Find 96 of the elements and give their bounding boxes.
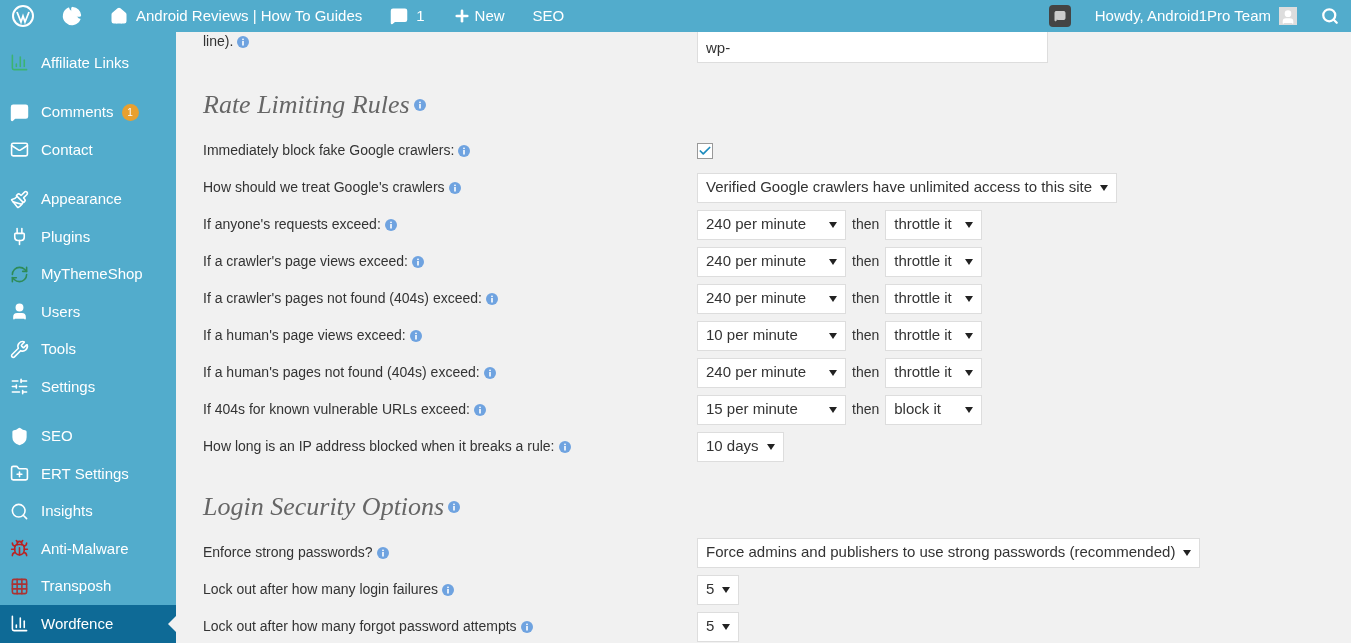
caret-icon	[829, 258, 837, 265]
info-icon[interactable]	[409, 330, 422, 343]
folder-plus-icon	[10, 464, 29, 484]
shield-icon	[10, 426, 29, 446]
caret-icon	[829, 332, 837, 339]
caret-icon	[829, 295, 837, 302]
refresh-icon	[10, 264, 29, 284]
field-label: Lock out after how many forgot password attempts	[203, 618, 517, 634]
dropdown[interactable]: 5	[697, 611, 740, 642]
caret-icon	[1183, 549, 1192, 556]
count-badge: 1	[121, 103, 139, 121]
field-label: Lock out after how many login failures	[203, 581, 438, 597]
logo-icon[interactable]	[12, 5, 34, 27]
then-text: then	[852, 289, 880, 308]
bars-icon	[10, 614, 29, 634]
field-label: line).	[203, 33, 234, 49]
info-icon[interactable]	[448, 500, 461, 513]
info-icon[interactable]	[448, 182, 461, 195]
user-icon	[10, 302, 29, 322]
then-text: then	[852, 363, 880, 382]
dropdown[interactable]: throttle it	[885, 357, 983, 388]
dropdown[interactable]: 240 per minute	[697, 283, 846, 314]
notification-icon[interactable]	[1048, 5, 1071, 27]
field-label: If anyone's requests exceed:	[203, 216, 381, 232]
caret-icon	[722, 586, 731, 593]
caret-icon	[965, 295, 974, 302]
search-icon	[10, 501, 29, 521]
dropdown[interactable]: 10 per minute	[697, 320, 846, 351]
then-text: then	[852, 326, 880, 345]
info-icon[interactable]	[558, 441, 571, 454]
home-icon	[110, 7, 128, 25]
field-label: Immediately block fake Google crawlers:	[203, 142, 455, 158]
info-icon[interactable]	[376, 547, 389, 560]
dropdown[interactable]: throttle it	[885, 283, 983, 314]
field-label: If 404s for known vulnerable URLs exceed:	[203, 401, 470, 417]
info-icon[interactable]	[520, 621, 533, 634]
dropdown[interactable]: 240 per minute	[697, 209, 846, 240]
grid-icon	[10, 576, 29, 596]
dropdown[interactable]: throttle it	[885, 320, 983, 351]
field-label: If a crawler's page views exceed:	[203, 253, 408, 269]
field-label: If a human's pages not found (404s) exceed:	[203, 364, 480, 380]
dropdown[interactable]: 240 per minute	[697, 246, 846, 277]
dropdown[interactable]: 240 per minute	[697, 357, 846, 388]
dropdown[interactable]: 5	[697, 574, 740, 605]
then-text: then	[852, 400, 880, 419]
dropdown[interactable]: 15 per minute	[697, 394, 846, 425]
textarea[interactable]: wp-	[697, 32, 1048, 63]
field-label: If a human's page views exceed:	[203, 327, 406, 343]
section-heading: Rate Limiting Rules	[203, 89, 410, 121]
then-text: then	[852, 215, 880, 234]
caret-icon	[965, 258, 974, 265]
field-label: How long is an IP address blocked when it breaks a rule:	[203, 438, 555, 454]
field-label: How should we treat Google's crawlers	[203, 179, 445, 195]
sidebar-item[interactable]: Wordfence	[0, 605, 176, 643]
caret-icon	[829, 406, 837, 413]
caret-icon	[965, 369, 974, 376]
dropdown[interactable]: Force admins and publishers to use strong passwords (recommended)	[697, 537, 1201, 568]
dropdown[interactable]: block it	[885, 394, 983, 425]
bars-icon	[10, 53, 29, 73]
info-icon[interactable]	[412, 256, 424, 269]
paintbrush-icon	[10, 189, 29, 209]
section-heading: Login Security Options	[203, 491, 445, 523]
field-label: If a crawler's pages not found (404s) exceed:	[203, 290, 482, 306]
selection-arrow-icon	[168, 615, 176, 632]
caret-icon	[965, 221, 974, 228]
info-icon[interactable]	[473, 404, 486, 417]
info-icon[interactable]	[442, 584, 454, 597]
speech-bubble-icon	[390, 7, 409, 25]
envelope-icon	[10, 140, 29, 160]
dropdown[interactable]: Verified Google crawlers have unlimited access to this site	[697, 172, 1117, 203]
search-icon[interactable]	[1321, 7, 1339, 25]
pie-chart-icon[interactable]	[62, 6, 82, 26]
caret-icon	[1100, 184, 1108, 191]
wrench-icon	[10, 339, 29, 359]
bug-icon	[10, 539, 29, 559]
info-icon[interactable]	[485, 293, 498, 306]
dropdown[interactable]: throttle it	[885, 209, 983, 240]
checkbox[interactable]	[697, 142, 713, 159]
info-icon[interactable]	[483, 367, 496, 380]
info-icon[interactable]	[384, 219, 397, 232]
caret-icon	[829, 221, 837, 228]
sliders-icon	[10, 377, 29, 397]
info-icon[interactable]	[458, 145, 471, 158]
field-label: Enforce strong passwords?	[203, 544, 373, 560]
dropdown[interactable]: throttle it	[885, 246, 983, 277]
info-icon[interactable]	[413, 98, 426, 111]
caret-icon	[965, 406, 974, 413]
then-text: then	[852, 252, 880, 271]
caret-icon	[722, 623, 731, 630]
info-icon[interactable]	[237, 36, 250, 49]
caret-icon	[829, 369, 837, 376]
speech-bubble-icon	[10, 102, 29, 122]
avatar-icon	[1279, 7, 1297, 25]
dropdown[interactable]: 10 days	[697, 431, 784, 462]
caret-icon	[965, 332, 974, 339]
caret-icon	[766, 443, 775, 450]
